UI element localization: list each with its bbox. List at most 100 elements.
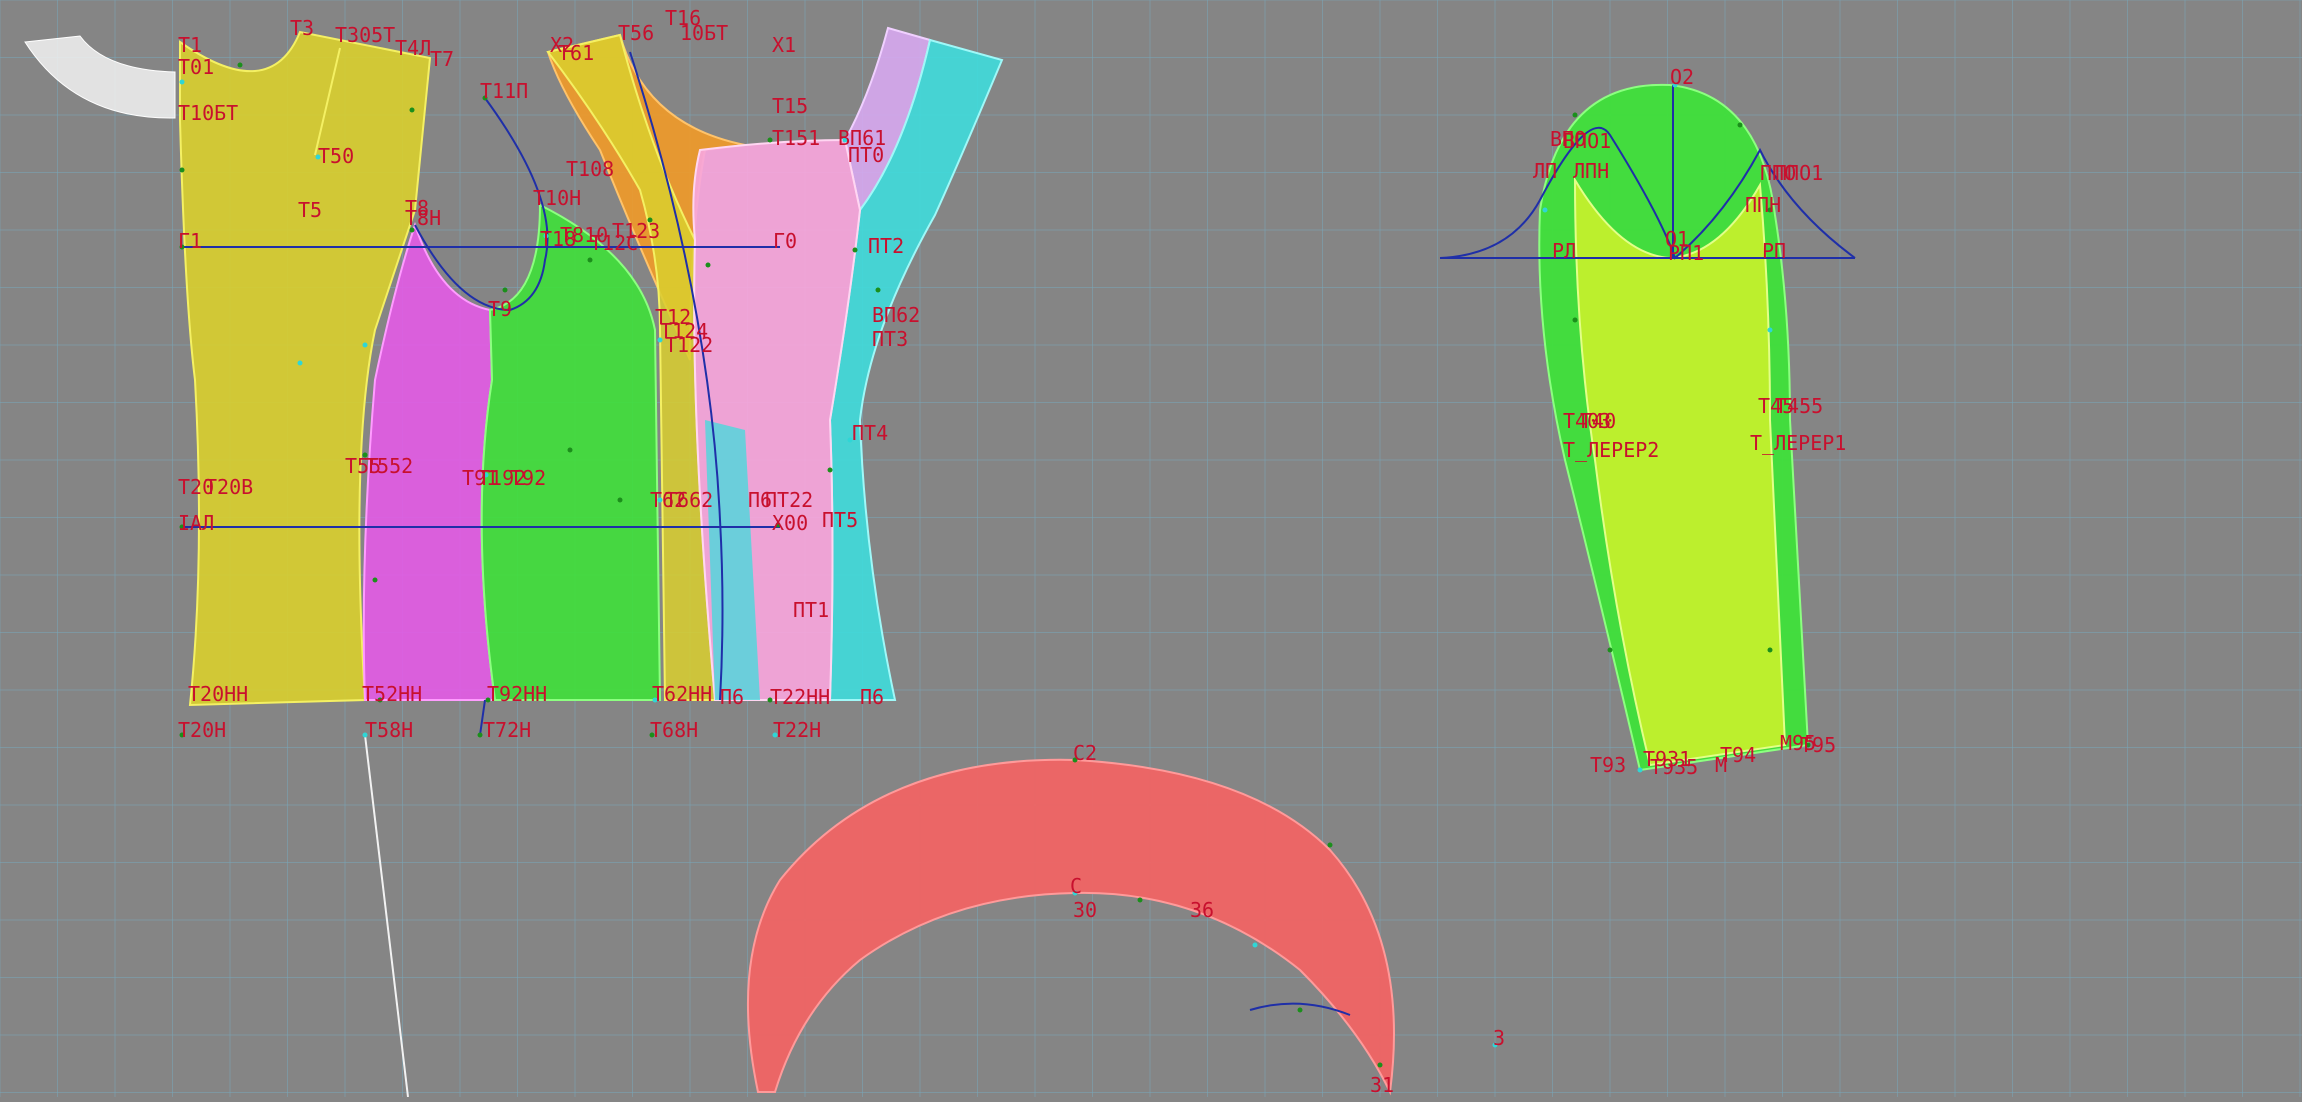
anchor-point[interactable] [1327, 842, 1333, 848]
point-label-vp62: ВП62 [872, 303, 920, 327]
point-label-x00: X00 [772, 511, 808, 535]
point-label-t935: T935 [1650, 755, 1698, 779]
point-label-t01: T01 [178, 55, 214, 79]
point-label-c2: C2 [1073, 741, 1097, 765]
anchor-point[interactable] [1297, 1007, 1303, 1013]
point-label-p6b: П6 [720, 685, 744, 709]
point-label-rp1: РП1 [1668, 241, 1704, 265]
point-label-t61: T61 [558, 41, 594, 65]
anchor-point[interactable] [1767, 327, 1773, 333]
point-label-t20nn: T20НН [188, 682, 248, 706]
point-label-t552: T552 [365, 454, 413, 478]
pattern-piece-sleeve-inner[interactable] [1573, 176, 1787, 767]
anchor-point[interactable] [1767, 647, 1773, 653]
point-label-t4l: T4Л [395, 36, 431, 60]
point-label-g0: Г0 [773, 229, 797, 253]
point-label-t11p: T11П [480, 79, 528, 103]
point-label-t151: T151 [772, 126, 820, 150]
anchor-point[interactable] [617, 497, 623, 503]
anchor-point[interactable] [1607, 647, 1613, 653]
point-label-t94: T94 [1720, 743, 1756, 767]
point-label-t40: T40 [1580, 409, 1616, 433]
point-label-pt4: ПТ4 [852, 421, 888, 445]
point-label-lp: ЛП [1533, 159, 1557, 183]
point-label-ppn: ППН [1745, 193, 1781, 217]
point-label-t62nn: T62НН [652, 682, 712, 706]
anchor-point[interactable] [297, 360, 303, 366]
point-label-t22nn: T22НН [770, 685, 830, 709]
anchor-point[interactable] [1377, 1062, 1383, 1068]
anchor-point[interactable] [1572, 317, 1578, 323]
point-label-pt1: ПТ1 [793, 598, 829, 622]
guide-line [364, 734, 409, 1098]
anchor-point[interactable] [1542, 207, 1548, 213]
point-label-t_lep1: T_ЛЕРЕР1 [1750, 431, 1846, 455]
point-label-t50: T50 [318, 144, 354, 168]
anchor-point[interactable] [179, 167, 185, 173]
anchor-point[interactable] [1637, 767, 1643, 773]
point-label-t305t: T305T [335, 23, 395, 47]
point-label-t455: T455 [1775, 394, 1823, 418]
anchor-point[interactable] [827, 467, 833, 473]
point-label-pt22: ПТ22 [765, 488, 813, 512]
point-label-t122: T122 [665, 333, 713, 357]
anchor-point[interactable] [587, 257, 593, 263]
point-label-t_lep2: T_ЛЕРЕР2 [1563, 438, 1659, 462]
anchor-point[interactable] [1737, 122, 1743, 128]
point-label-t10bt2: 10БT [680, 21, 728, 45]
pattern-piece-white[interactable] [24, 35, 176, 119]
anchor-point[interactable] [409, 107, 415, 113]
anchor-point[interactable] [372, 577, 378, 583]
point-label-t8n: T8Н [405, 206, 441, 230]
point-label-g1: Г1 [178, 229, 202, 253]
point-label-t108: T108 [566, 157, 614, 181]
anchor-point[interactable] [477, 732, 483, 738]
pattern-piece-side-green[interactable] [480, 203, 662, 701]
point-label-t22n: T22Н [773, 718, 821, 742]
point-label-t92: T92 [510, 466, 546, 490]
point-label-pt0: ПТ0 [848, 143, 884, 167]
anchor-point[interactable] [705, 262, 711, 268]
anchor-point[interactable] [1252, 942, 1258, 948]
point-label-t9: T9 [488, 297, 512, 321]
point-label-rl: РЛ [1552, 239, 1576, 263]
point-label-x1: X1 [772, 33, 796, 57]
point-label-vpo1: ВПО1 [1563, 129, 1611, 153]
anchor-point[interactable] [237, 62, 243, 68]
point-label-t662: T662 [665, 488, 713, 512]
anchor-point[interactable] [502, 287, 508, 293]
point-label-t10n: T10Н [533, 186, 581, 210]
point-label-t52nn: T52НН [362, 682, 422, 706]
pattern-drawing[interactable]: T1T01T10БTT3 T305TT4ЛT7T11ПX2T61T56T1610Б… [0, 0, 2302, 1098]
point-label-t15: T15 [772, 94, 808, 118]
pattern-canvas[interactable]: T1 T01 T10БT T3 T305T T4Л T7 T11П X2 T61 T56 T16 10Б… [0, 0, 2302, 1098]
point-label-t68n: T68Н [650, 718, 698, 742]
point-label-t20n: T20Н [178, 718, 226, 742]
anchor-point[interactable] [1137, 897, 1143, 903]
anchor-point[interactable] [567, 447, 573, 453]
point-label-c: C [1070, 874, 1082, 898]
point-label-t58n: T58Н [365, 718, 413, 742]
pattern-piece-collar[interactable] [747, 758, 1395, 1096]
point-label-t1: T1 [178, 33, 202, 57]
anchor-point[interactable] [362, 342, 368, 348]
point-label-n3: 3 [1493, 1026, 1505, 1050]
point-label-ial: IАЛ [178, 511, 214, 535]
anchor-point[interactable] [1572, 112, 1578, 118]
anchor-point[interactable] [179, 79, 185, 85]
point-label-t12c: T12С [590, 231, 638, 255]
anchor-point[interactable] [875, 287, 881, 293]
point-label-t93: T93 [1590, 753, 1626, 777]
point-label-t5: T5 [298, 198, 322, 222]
point-label-t3: T3 [290, 16, 314, 40]
point-label-t95: T95 [1800, 733, 1836, 757]
anchor-point[interactable] [852, 247, 858, 253]
point-label-pt3: ПТ3 [872, 327, 908, 351]
point-label-t56: T56 [618, 21, 654, 45]
point-label-pt2: ПТ2 [868, 234, 904, 258]
point-label-n31: 31 [1370, 1073, 1394, 1097]
point-label-t92nn: T92НН [487, 682, 547, 706]
point-label-t10bt: T10БT [178, 101, 238, 125]
point-label-ppo1: ППО1 [1775, 161, 1823, 185]
point-label-rp: РП [1762, 239, 1786, 263]
